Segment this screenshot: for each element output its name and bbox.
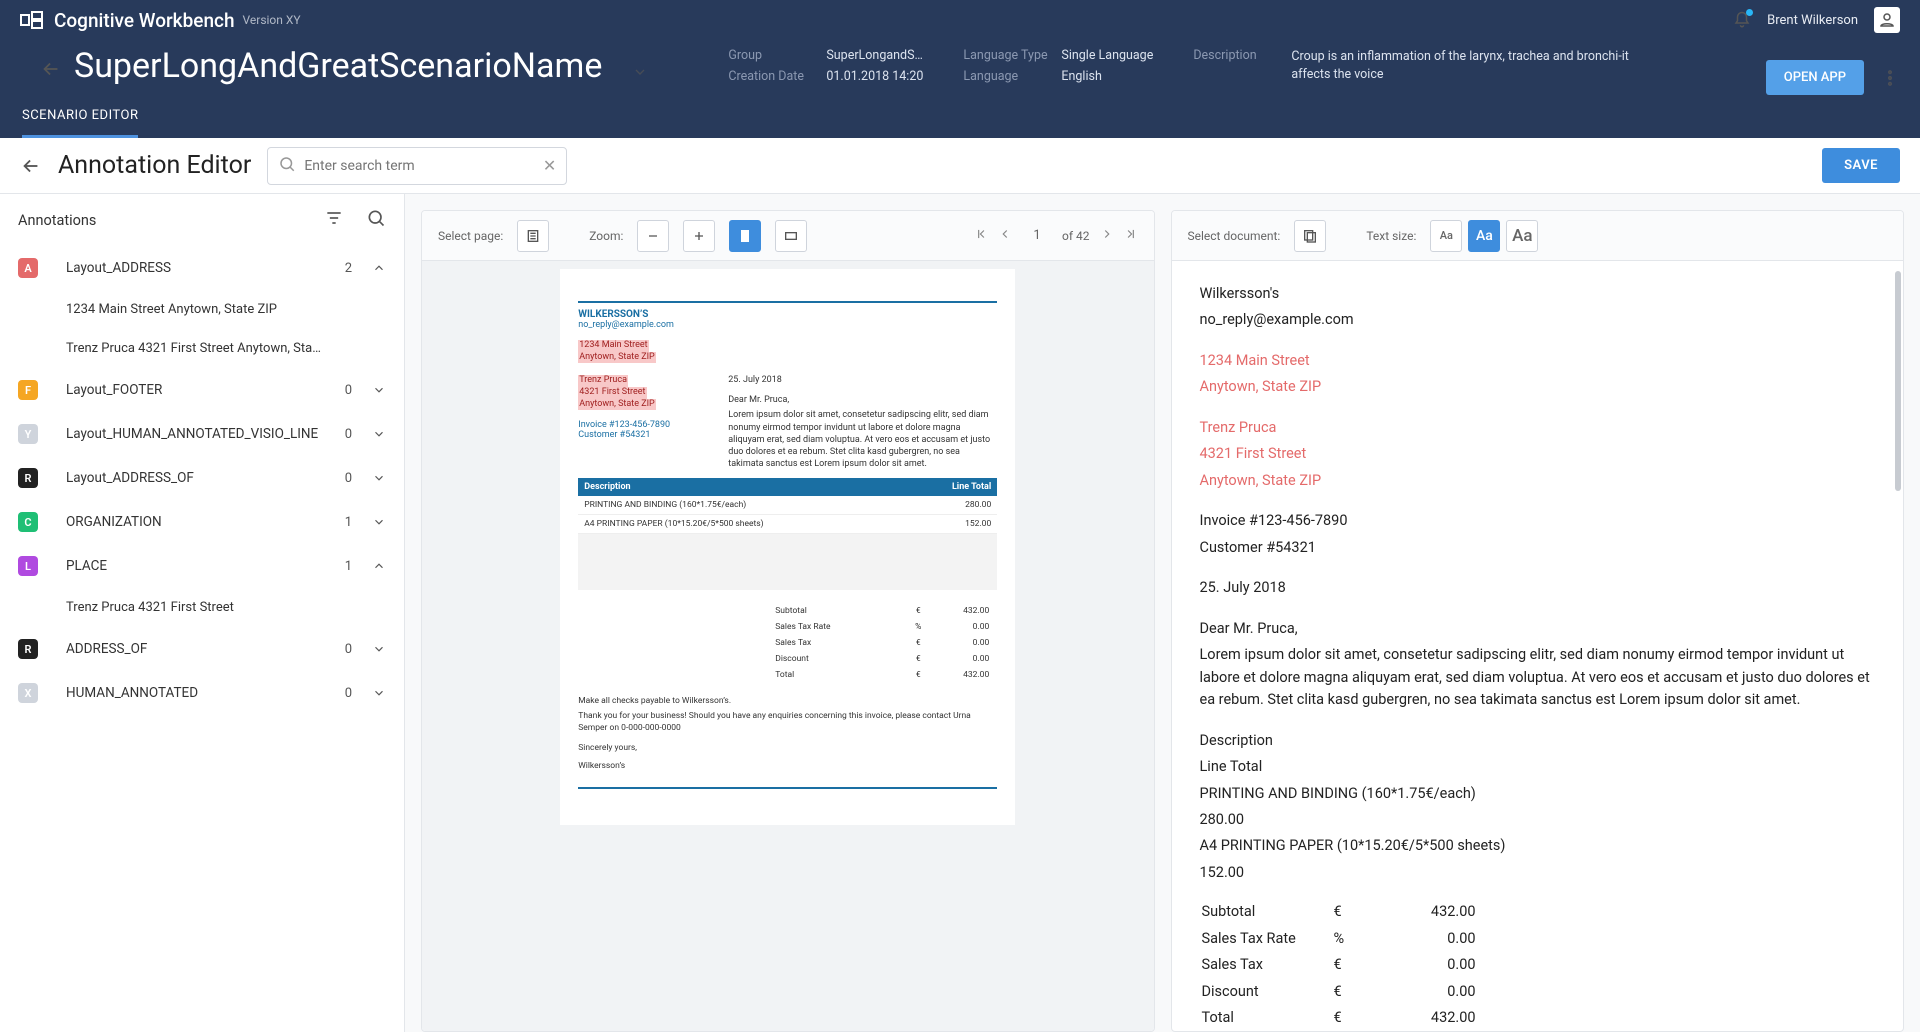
text-size-large[interactable]: Aa (1506, 220, 1538, 252)
annotation-name: Layout_HUMAN_ANNOTATED_VISIO_LINE (66, 426, 345, 442)
scenario-name: SuperLongAndGreatScenarioName (74, 46, 602, 86)
annotation-count: 2 (345, 261, 352, 276)
page-total: of 42 (1062, 229, 1089, 243)
save-button[interactable]: SAVE (1822, 148, 1900, 183)
annotation-child[interactable]: Trenz Pruca 4321 First Street Anytown, S… (0, 329, 404, 368)
chevron-down-icon[interactable] (372, 642, 386, 656)
annotation-badge: F (18, 380, 38, 400)
user-name: Brent Wilkerson (1767, 13, 1858, 28)
annotation-badge: A (18, 258, 38, 278)
annotation-name: HUMAN_ANNOTATED (66, 685, 345, 701)
select-page-label: Select page: (438, 229, 503, 243)
document-panel: Select page: Zoom: 1 of 42 (421, 210, 1155, 1032)
annotation-row[interactable]: F Layout_FOOTER 0 (0, 368, 404, 412)
chevron-down-icon[interactable] (372, 515, 386, 529)
annotation-name: PLACE (66, 558, 345, 574)
annotation-badge: C (18, 512, 38, 532)
back-arrow-icon[interactable] (40, 58, 62, 80)
fit-width-button[interactable] (729, 220, 761, 252)
annotation-count: 0 (345, 642, 352, 657)
annotation-badge: X (18, 683, 38, 703)
search-icon[interactable] (366, 208, 386, 232)
search-input[interactable] (304, 158, 535, 174)
chevron-down-icon[interactable] (372, 686, 386, 700)
prev-page-icon[interactable] (998, 227, 1012, 244)
sidebar-heading: Annotations (18, 212, 96, 229)
annotation-name: Layout_ADDRESS (66, 260, 345, 276)
annotation-row[interactable]: L PLACE 1 (0, 544, 404, 588)
app-version: Version XY (243, 13, 301, 27)
annotations-sidebar: Annotations A Layout_ADDRESS 2 1234 Main… (0, 194, 405, 1032)
chevron-up-icon[interactable] (372, 559, 386, 573)
annotation-name: Layout_FOOTER (66, 382, 345, 398)
select-document-label: Select document: (1188, 229, 1281, 243)
annotation-count: 1 (345, 559, 352, 574)
tab-scenario-editor[interactable]: SCENARIO EDITOR (22, 108, 138, 138)
annotation-name: Layout_ADDRESS_OF (66, 470, 345, 486)
open-app-button[interactable]: OPEN APP (1766, 60, 1864, 95)
zoom-label: Zoom: (589, 229, 623, 243)
extracted-text: Wilkersson's no_reply@example.com 1234 M… (1172, 261, 1904, 1031)
notifications-icon[interactable] (1733, 11, 1751, 29)
text-size-label: Text size: (1366, 229, 1416, 243)
app-brand: Cognitive Workbench (54, 9, 235, 32)
text-size-small[interactable]: Aa (1430, 220, 1462, 252)
chevron-down-icon[interactable] (372, 471, 386, 485)
annotation-count: 0 (345, 471, 352, 486)
annotation-name: ADDRESS_OF (66, 641, 345, 657)
filter-icon[interactable] (324, 208, 344, 232)
first-page-icon[interactable] (974, 227, 988, 244)
annotation-row[interactable]: R ADDRESS_OF 0 (0, 627, 404, 671)
annotation-count: 0 (345, 427, 352, 442)
next-page-icon[interactable] (1100, 227, 1114, 244)
document-list-button[interactable] (1294, 220, 1326, 252)
chevron-down-icon[interactable] (632, 64, 648, 80)
scrollbar[interactable] (1895, 271, 1901, 491)
annotation-count: 0 (345, 686, 352, 701)
annotation-row[interactable]: X HUMAN_ANNOTATED 0 (0, 671, 404, 715)
back-icon[interactable] (20, 155, 42, 177)
annotation-row[interactable]: C ORGANIZATION 1 (0, 500, 404, 544)
annotation-child[interactable]: Trenz Pruca 4321 First Street (0, 588, 404, 627)
annotation-badge: R (18, 468, 38, 488)
chevron-up-icon[interactable] (372, 261, 386, 275)
annotation-child[interactable]: 1234 Main Street Anytown, State ZIP (0, 290, 404, 329)
annotation-row[interactable]: A Layout_ADDRESS 2 (0, 246, 404, 290)
app-logo-icon (20, 11, 44, 29)
annotation-row[interactable]: R Layout_ADDRESS_OF 0 (0, 456, 404, 500)
fit-page-button[interactable] (775, 220, 807, 252)
annotation-badge: Y (18, 424, 38, 444)
user-avatar[interactable] (1874, 7, 1900, 33)
text-size-medium[interactable]: Aa (1468, 220, 1500, 252)
zoom-in-button[interactable] (683, 220, 715, 252)
annotation-count: 1 (345, 515, 352, 530)
clear-search-icon[interactable]: ✕ (543, 156, 556, 175)
page-title: Annotation Editor (58, 151, 251, 180)
chevron-down-icon[interactable] (372, 427, 386, 441)
page-current[interactable]: 1 (1022, 228, 1052, 243)
last-page-icon[interactable] (1124, 227, 1138, 244)
annotation-count: 0 (345, 383, 352, 398)
search-input-wrap: ✕ (267, 147, 567, 185)
text-panel: Select document: Text size: Aa Aa Aa Wil… (1171, 210, 1905, 1032)
document-page: WILKERSSON’S no_reply@example.com 1234 M… (560, 269, 1015, 825)
annotation-name: ORGANIZATION (66, 514, 345, 530)
page-list-button[interactable] (517, 220, 549, 252)
chevron-down-icon[interactable] (372, 383, 386, 397)
scenario-metadata: GroupSuperLongandS… Creation Date01.01.2… (728, 48, 1631, 84)
annotation-badge: L (18, 556, 38, 576)
search-icon (278, 155, 296, 177)
annotation-badge: R (18, 639, 38, 659)
zoom-out-button[interactable] (637, 220, 669, 252)
annotation-row[interactable]: Y Layout_HUMAN_ANNOTATED_VISIO_LINE 0 (0, 412, 404, 456)
more-vertical-icon[interactable] (1880, 68, 1900, 88)
